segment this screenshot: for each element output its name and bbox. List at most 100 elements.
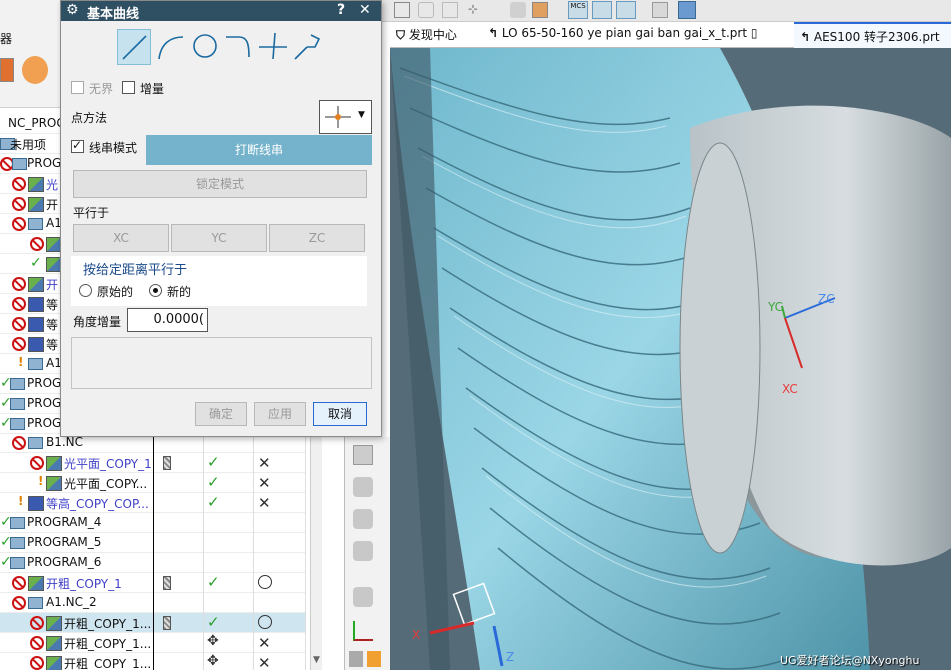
- generated-check-icon: ✓: [207, 473, 220, 491]
- tree-row-label: A1.NC_2: [46, 595, 97, 609]
- folder-icon: [10, 418, 25, 430]
- side-toolbar: [345, 437, 390, 670]
- incremental-checkbox[interactable]: [122, 81, 135, 94]
- tree-row-label: 开粗_COPY_1: [46, 577, 122, 591]
- graphics-viewport[interactable]: YC ZC XC X Z UG爱好者论坛@NXyonghu: [390, 48, 951, 670]
- scroll-down-arrow-icon[interactable]: ▼: [313, 655, 320, 665]
- gear-icon[interactable]: ⚙: [66, 2, 79, 18]
- finish-floor-icon: [46, 456, 62, 471]
- not-done-icon: [12, 217, 26, 231]
- column-divider: [203, 437, 204, 670]
- circle-type-button[interactable]: [189, 29, 223, 65]
- tab-part-aes100[interactable]: ↰ AES100 转子2306.prt: [794, 22, 951, 48]
- parallel-xc-button[interactable]: XC: [73, 224, 169, 252]
- not-verified-icon: ✕: [258, 634, 271, 652]
- hide-path-icon[interactable]: [616, 1, 636, 19]
- not-done-icon: [12, 337, 26, 351]
- arc-type-button[interactable]: [155, 29, 189, 65]
- tool-icon: [163, 576, 171, 590]
- wcs-zc-label: ZC: [818, 292, 835, 306]
- eraser-icon[interactable]: [652, 2, 668, 18]
- finish-floor-icon: [28, 177, 44, 192]
- arc-icon: [158, 36, 184, 60]
- not-done-icon: [30, 237, 44, 251]
- block-view-icon[interactable]: [510, 2, 526, 18]
- layer-icon[interactable]: [349, 651, 363, 667]
- not-done-icon: [12, 436, 26, 450]
- wcs-icon[interactable]: [353, 621, 373, 641]
- apply-button[interactable]: 应用: [254, 402, 306, 426]
- folder-icon: [28, 437, 43, 449]
- angle-increment-input[interactable]: 0.0000(: [127, 308, 208, 332]
- rough-icon: [28, 576, 44, 591]
- zlevel-icon: [28, 496, 44, 511]
- part-icon: ↰: [488, 26, 499, 40]
- mcs-icon[interactable]: MCS: [568, 1, 588, 19]
- not-verified-icon: ✕: [258, 494, 271, 512]
- selection-icon[interactable]: [442, 2, 458, 18]
- delete-block-icon[interactable]: [353, 509, 373, 529]
- string-mode-checkbox[interactable]: ✓: [71, 138, 84, 153]
- parallel-to-label: 平行于: [73, 206, 110, 220]
- copy-block-icon[interactable]: [353, 541, 373, 561]
- folder-icon: [10, 537, 25, 549]
- tree-row-label: 光: [46, 178, 59, 192]
- tab-discovery-center[interactable]: ⛉ 发现中心: [390, 22, 482, 48]
- file-tab-bar: ⛉ 发现中心 ↰ LO 65-50-160 ye pian gai ban ga…: [390, 22, 951, 48]
- geometry-view-icon[interactable]: [22, 56, 48, 84]
- not-done-icon: [12, 317, 26, 331]
- ok-button[interactable]: 确定: [195, 402, 247, 426]
- move-icon: ✥: [207, 633, 219, 649]
- line-type-button[interactable]: [117, 29, 151, 65]
- paste-block-icon[interactable]: [353, 587, 373, 607]
- block-icon[interactable]: [353, 477, 373, 497]
- tree-row-label: 开: [46, 198, 59, 212]
- tab-part-lo65[interactable]: ↰ LO 65-50-160 ye pian gai ban gai_x_t.p…: [482, 22, 794, 48]
- break-string-button[interactable]: 打断线串: [146, 135, 372, 165]
- tree-scrollbar[interactable]: ▼: [310, 437, 322, 670]
- folder-icon: [12, 158, 27, 170]
- cancel-button[interactable]: 取消: [313, 402, 367, 426]
- parallel-yc-button[interactable]: YC: [171, 224, 267, 252]
- hexagon-icon[interactable]: [418, 2, 434, 18]
- display-icon[interactable]: [367, 651, 381, 667]
- tree-row-label: 开粗_COPY_1...: [64, 617, 152, 631]
- shaded-icon[interactable]: [532, 2, 548, 18]
- unbounded-checkbox[interactable]: [71, 81, 84, 94]
- dialog-title: 基本曲线: [87, 7, 140, 22]
- tree-row-label: PROG: [27, 376, 62, 390]
- fillet-type-button[interactable]: [223, 29, 257, 65]
- point-method-dropdown[interactable]: ▼: [319, 100, 372, 134]
- snap-point-icon[interactable]: [394, 2, 410, 18]
- orient-icon[interactable]: [0, 58, 14, 82]
- original-radio[interactable]: [79, 284, 92, 297]
- transform-icon[interactable]: ⊹: [468, 2, 486, 18]
- generated-check-icon: ✓: [207, 613, 220, 631]
- new-radio[interactable]: [149, 284, 162, 297]
- close-icon[interactable]: ✕: [359, 2, 371, 18]
- clock-icon: [258, 615, 272, 629]
- parallel-zc-button[interactable]: ZC: [269, 224, 365, 252]
- string-mode-label: 线串模式: [89, 141, 138, 155]
- not-done-icon: [12, 596, 26, 610]
- trim-type-button[interactable]: [257, 29, 291, 65]
- lock-mode-button[interactable]: 锁定模式: [73, 170, 367, 198]
- tree-row-label: 开粗_COPY_1...: [64, 657, 152, 670]
- not-verified-icon: ✕: [258, 474, 271, 492]
- rough-icon: [28, 277, 44, 292]
- tool-icon: [163, 456, 171, 470]
- rough-icon: [46, 656, 62, 670]
- show-path-icon[interactable]: [592, 1, 612, 19]
- column-divider: [305, 437, 306, 670]
- dialog-title-bar[interactable]: ⚙ 基本曲线 ? ✕: [61, 1, 381, 22]
- incremental-label: 增量: [140, 82, 165, 96]
- edit-fillet-type-button[interactable]: [291, 29, 325, 65]
- layer-settings-icon[interactable]: [678, 1, 696, 19]
- wcs-xc-label: XC: [782, 382, 798, 396]
- not-done-icon: [12, 297, 26, 311]
- folder-icon: [10, 517, 25, 529]
- cut-icon[interactable]: [353, 445, 373, 465]
- help-icon[interactable]: ?: [337, 2, 345, 18]
- clock-icon: [258, 575, 272, 589]
- trim-icon: [259, 32, 287, 60]
